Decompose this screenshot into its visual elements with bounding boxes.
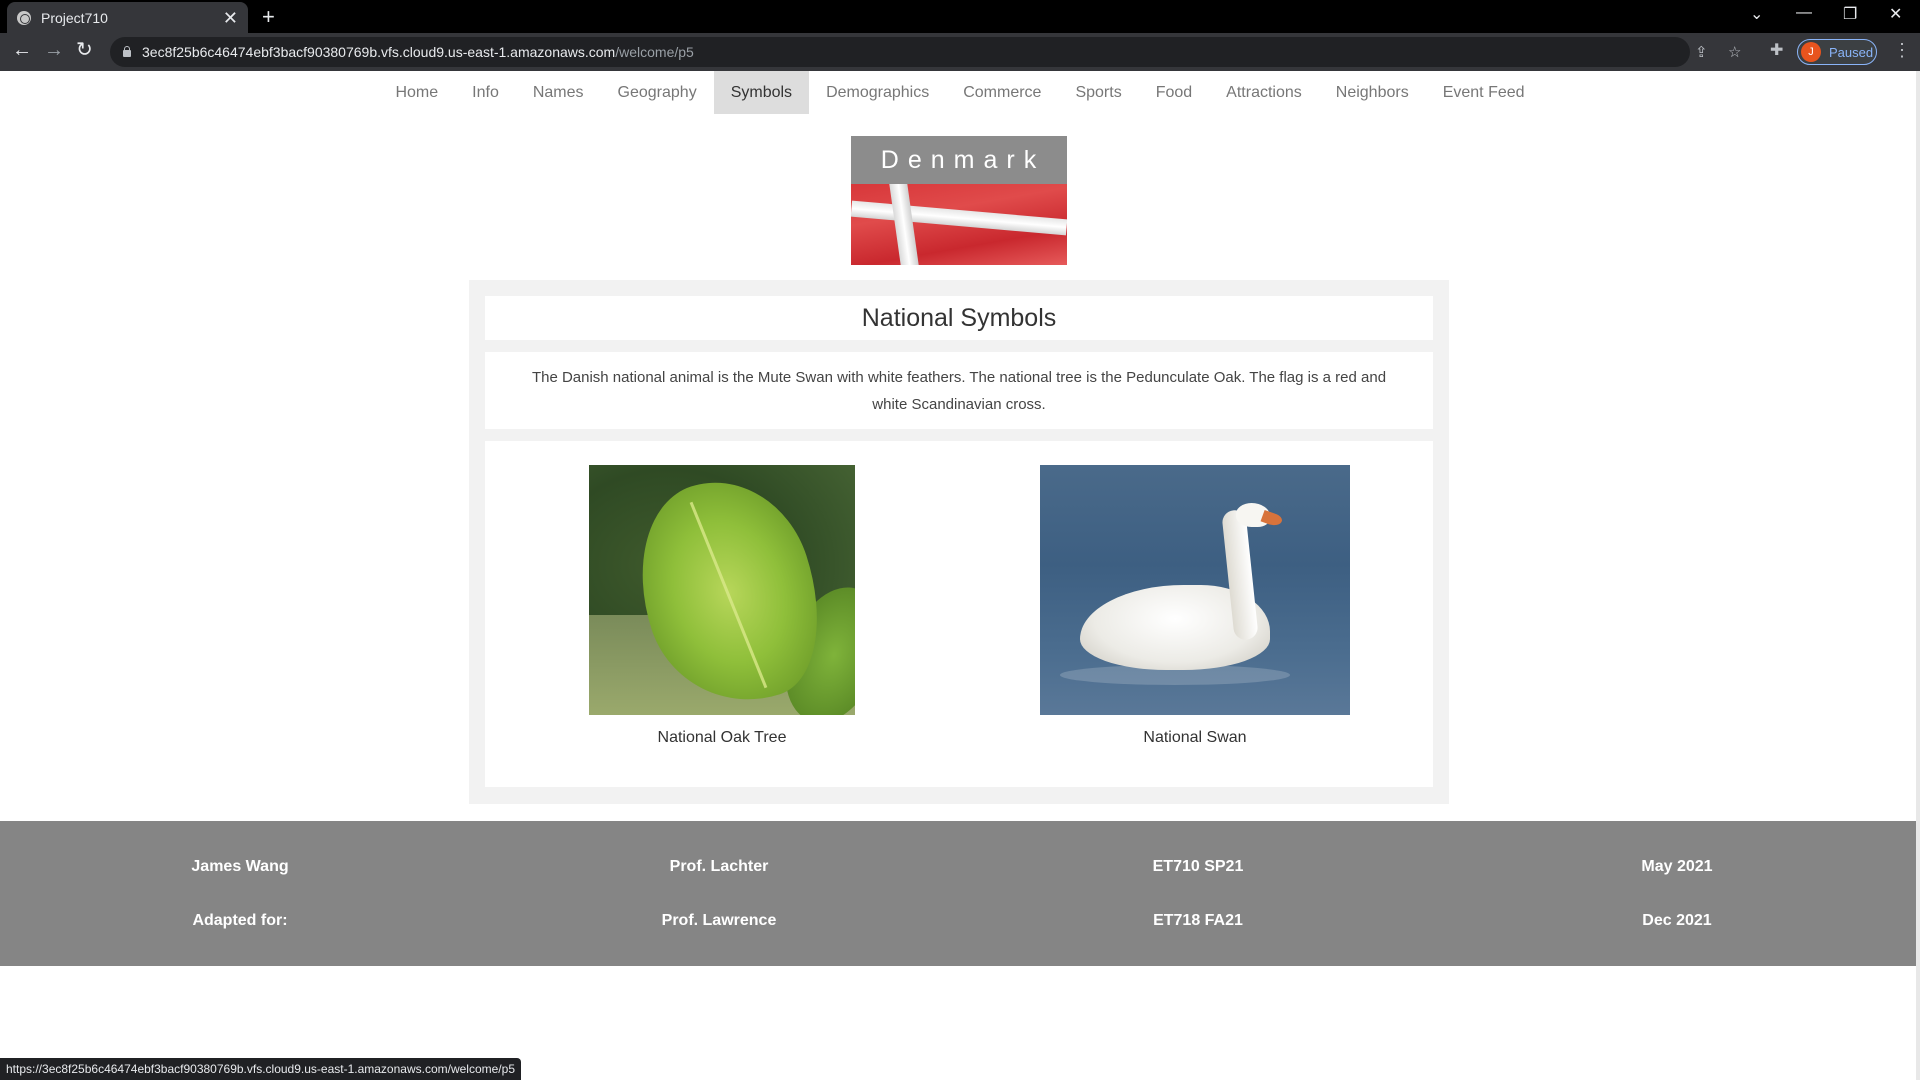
tab-close-icon[interactable]: ✕ <box>223 9 238 27</box>
oak-caption: National Oak Tree <box>657 729 787 746</box>
country-banner: Denmark <box>851 136 1067 265</box>
nav-neighbors[interactable]: Neighbors <box>1319 71 1426 114</box>
back-icon[interactable]: ← <box>12 40 32 60</box>
globe-icon <box>17 10 31 25</box>
reload-icon[interactable]: ↻ <box>76 40 93 60</box>
profile-status: Paused <box>1829 44 1874 60</box>
tab-strip: Project710 ✕ + ⌄ — ❐ ✕ <box>0 0 1920 33</box>
nav-symbols[interactable]: Symbols <box>713 71 810 114</box>
tab-search-icon[interactable]: ⌄ <box>1750 4 1763 24</box>
nav-names[interactable]: Names <box>516 71 601 114</box>
nav-info[interactable]: Info <box>455 71 516 114</box>
footer-professor: Prof. Lachter <box>669 858 769 875</box>
section-description: The Danish national animal is the Mute S… <box>485 352 1433 429</box>
nav-attractions[interactable]: Attractions <box>1209 71 1319 114</box>
forward-icon[interactable]: → <box>44 40 64 60</box>
menu-dots-icon[interactable]: ⋮ <box>1893 40 1911 61</box>
browser-toolbar: ← → ↻ 3ec8f25b6c46474ebf3bacf90380769b.v… <box>0 33 1920 71</box>
lock-icon[interactable] <box>122 46 132 58</box>
address-bar[interactable]: 3ec8f25b6c46474ebf3bacf90380769b.vfs.clo… <box>110 37 1741 67</box>
nav-geography[interactable]: Geography <box>601 71 714 114</box>
nav-food[interactable]: Food <box>1139 71 1209 114</box>
new-tab-button[interactable]: + <box>262 4 275 30</box>
footer-date: May 2021 <box>1641 858 1713 875</box>
minimize-icon[interactable]: — <box>1796 4 1812 22</box>
swan-caption: National Swan <box>1143 729 1247 746</box>
image-gallery: National Oak Tree National Swan <box>485 441 1433 787</box>
oak-figure: National Oak Tree <box>589 465 855 747</box>
footer-author: James Wang <box>191 858 289 875</box>
section-heading: National Symbols <box>485 296 1433 340</box>
nav-sports[interactable]: Sports <box>1058 71 1138 114</box>
tab-title: Project710 <box>41 9 108 26</box>
footer-course: ET710 SP21 <box>1152 858 1244 875</box>
share-icon[interactable]: ⇪ <box>1695 43 1708 61</box>
site-nav: Home Info Names Geography Symbols Demogr… <box>0 71 1920 114</box>
footer-adapted-professor: Prof. Lawrence <box>661 912 777 929</box>
nav-event-feed[interactable]: Event Feed <box>1426 71 1542 114</box>
status-bar-url: https://3ec8f25b6c46474ebf3bacf90380769b… <box>0 1058 521 1080</box>
footer-adapted-date: Dec 2021 <box>1642 912 1712 929</box>
symbols-panel: National Symbols The Danish national ani… <box>469 280 1449 804</box>
bookmark-star-icon[interactable]: ☆ <box>1728 43 1741 61</box>
page-content: Home Info Names Geography Symbols Demogr… <box>0 71 1920 1080</box>
restore-icon[interactable]: ❐ <box>1843 4 1857 24</box>
swan-figure: National Swan <box>1040 465 1350 747</box>
denmark-flag-image <box>851 184 1067 265</box>
nav-demographics[interactable]: Demographics <box>809 71 946 114</box>
url-path: /welcome/p5 <box>615 44 694 60</box>
footer-adapted-label: Adapted for: <box>192 912 288 929</box>
browser-tab[interactable]: Project710 ✕ <box>7 2 248 33</box>
country-title: Denmark <box>851 136 1067 184</box>
avatar: J <box>1801 42 1821 62</box>
footer-adapted-course: ET718 FA21 <box>1153 912 1243 929</box>
url-host: 3ec8f25b6c46474ebf3bacf90380769b.vfs.clo… <box>142 44 616 60</box>
extensions-icon[interactable]: ✚ <box>1770 40 1783 60</box>
oak-leaf-image <box>589 465 855 715</box>
nav-commerce[interactable]: Commerce <box>946 71 1058 114</box>
site-footer: James Wang Prof. Lachter ET710 SP21 May … <box>0 821 1920 966</box>
swan-image <box>1040 465 1350 715</box>
window-close-icon[interactable]: ✕ <box>1889 4 1902 24</box>
scrollbar[interactable] <box>1916 71 1920 1080</box>
nav-home[interactable]: Home <box>378 71 455 114</box>
profile-button[interactable]: J Paused <box>1797 39 1877 65</box>
